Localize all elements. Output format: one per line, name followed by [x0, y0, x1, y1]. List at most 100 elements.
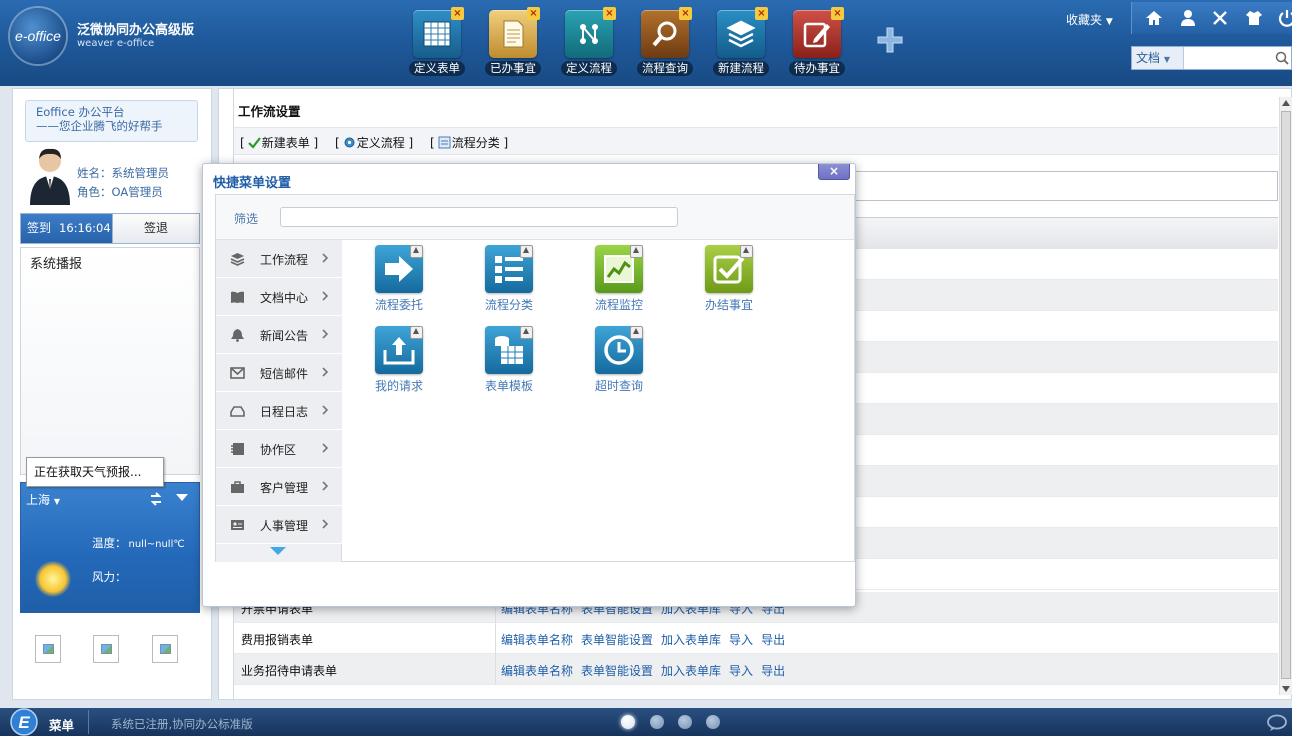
- edit-form-name-link[interactable]: 编辑表单名称: [501, 633, 573, 647]
- form-name: 业务招待申请表单: [241, 664, 338, 678]
- remove-shortcut-icon[interactable]: ×: [603, 7, 616, 20]
- category-item-schedule[interactable]: 日程日志: [216, 392, 342, 430]
- category-item-documents[interactable]: 文档中心: [216, 278, 342, 316]
- home-icon[interactable]: [1145, 9, 1163, 27]
- remove-shortcut-icon[interactable]: ×: [451, 7, 464, 20]
- define-flow-button[interactable]: [定义流程 ]: [335, 134, 413, 151]
- page-dot[interactable]: [650, 715, 664, 729]
- weather-city-select[interactable]: 上海 ▼: [26, 491, 60, 508]
- chevron-right-icon: [322, 443, 328, 453]
- chevron-down-icon[interactable]: [176, 494, 188, 502]
- book-icon: [231, 291, 244, 303]
- image-placeholder-icon: [35, 635, 61, 663]
- chat-icon[interactable]: [1266, 714, 1288, 732]
- scroll-thumb[interactable]: [1281, 111, 1291, 679]
- form-smart-settings-link[interactable]: 表单智能设置: [581, 633, 653, 647]
- tray-icon: [230, 406, 245, 417]
- pin-up-icon[interactable]: [520, 326, 533, 339]
- category-item-messages[interactable]: 短信邮件: [216, 354, 342, 392]
- page-dot[interactable]: [678, 715, 692, 729]
- weather-loading-tooltip: 正在获取天气预报...: [26, 457, 164, 487]
- favorites-menu[interactable]: 收藏夹 ▼: [1066, 11, 1113, 28]
- pin-up-icon[interactable]: [630, 245, 643, 258]
- pen-edit-icon: [803, 22, 830, 48]
- import-link[interactable]: 导入: [729, 633, 753, 647]
- image-placeholder-icon: [93, 635, 119, 663]
- shortcut-new-flow[interactable]: × 新建流程: [709, 7, 773, 76]
- shortcut-flow-query[interactable]: × 流程查询: [633, 7, 697, 76]
- app-timeout-query[interactable]: 超时查询: [574, 326, 664, 394]
- scroll-up-arrow[interactable]: [1282, 100, 1290, 106]
- category-item-hr[interactable]: 人事管理: [216, 506, 342, 544]
- shortcut-define-form[interactable]: × 定义表单: [405, 7, 469, 76]
- shortcut-define-flow[interactable]: × 定义流程: [557, 7, 621, 76]
- search-category-select[interactable]: 文档 ▼: [1132, 47, 1184, 69]
- start-menu-icon[interactable]: E: [8, 708, 40, 736]
- remove-shortcut-icon[interactable]: ×: [831, 7, 844, 20]
- app-form-templates[interactable]: 表单模板: [464, 326, 554, 394]
- shortcut-todo-items[interactable]: × 待办事宜: [785, 7, 849, 76]
- user-name: 姓名：系统管理员: [77, 166, 169, 180]
- add-to-library-link[interactable]: 加入表单库: [661, 633, 721, 647]
- shortcut-done-items[interactable]: × 已办事宜: [481, 7, 545, 76]
- export-link[interactable]: 导出: [761, 664, 785, 678]
- close-button[interactable]: ×: [818, 164, 850, 180]
- sign-in-button[interactable]: 签到 16:16:04: [21, 214, 112, 243]
- vertical-scrollbar[interactable]: [1279, 97, 1292, 695]
- header-tools: [1131, 2, 1292, 34]
- sign-out-button[interactable]: 签退: [112, 214, 199, 243]
- document-done-icon: [503, 20, 524, 48]
- pin-up-icon[interactable]: [520, 245, 533, 258]
- edit-form-name-link[interactable]: 编辑表单名称: [501, 664, 573, 678]
- page-dot[interactable]: [706, 715, 720, 729]
- remove-shortcut-icon[interactable]: ×: [527, 7, 540, 20]
- category-item-collaboration[interactable]: 协作区: [216, 430, 342, 468]
- svg-text:E: E: [18, 713, 30, 732]
- pin-up-icon[interactable]: [630, 326, 643, 339]
- app-my-requests[interactable]: 我的请求: [354, 326, 444, 394]
- pin-up-icon[interactable]: [410, 326, 423, 339]
- system-broadcast-panel: 系统播报: [20, 247, 200, 475]
- shirt-icon[interactable]: [1245, 9, 1263, 27]
- caret-down-icon: ▼: [53, 497, 60, 506]
- filter-input[interactable]: [280, 207, 678, 227]
- new-form-button[interactable]: [新建表单 ]: [240, 134, 318, 151]
- search-icon[interactable]: [1275, 51, 1289, 65]
- weather-temperature: 温度： null~null℃: [92, 536, 185, 550]
- add-to-library-link[interactable]: 加入表单库: [661, 664, 721, 678]
- user-role: 角色：OA管理员: [77, 185, 163, 199]
- app-flow-monitor[interactable]: 流程监控: [574, 245, 664, 313]
- layers-icon: [726, 20, 756, 48]
- import-link[interactable]: 导入: [729, 664, 753, 678]
- global-search: 文档 ▼: [1131, 46, 1292, 70]
- table-row: 业务招待申请表单 编辑表单名称 表单智能设置 加入表单库 导入 导出: [234, 654, 1278, 685]
- app-flow-category[interactable]: 流程分类: [464, 245, 554, 313]
- add-shortcut-icon[interactable]: [876, 26, 904, 54]
- app-done-items[interactable]: 办结事宜: [684, 245, 774, 313]
- bell-icon: [231, 329, 244, 342]
- row-actions: 编辑表单名称 表单智能设置 加入表单库 导入 导出: [501, 662, 793, 679]
- pin-up-icon[interactable]: [410, 245, 423, 258]
- tools-icon[interactable]: [1211, 9, 1229, 27]
- app-logo[interactable]: e-office: [10, 8, 66, 64]
- power-icon[interactable]: [1278, 9, 1292, 27]
- flow-category-button[interactable]: [流程分类 ]: [430, 134, 508, 151]
- refresh-icon[interactable]: [149, 491, 163, 507]
- divider: [88, 710, 89, 734]
- table-form-icon: [423, 21, 451, 47]
- app-flow-delegate[interactable]: 流程委托: [354, 245, 444, 313]
- menu-button[interactable]: 菜单: [49, 715, 74, 734]
- page-dot[interactable]: [621, 715, 635, 729]
- more-categories-arrow-icon[interactable]: [270, 547, 286, 555]
- scroll-down-arrow[interactable]: [1282, 686, 1290, 692]
- pin-up-icon[interactable]: [740, 245, 753, 258]
- category-item-workflow[interactable]: 工作流程: [216, 240, 342, 278]
- form-smart-settings-link[interactable]: 表单智能设置: [581, 664, 653, 678]
- search-input[interactable]: [1186, 48, 1276, 68]
- category-item-news[interactable]: 新闻公告: [216, 316, 342, 354]
- remove-shortcut-icon[interactable]: ×: [755, 7, 768, 20]
- export-link[interactable]: 导出: [761, 633, 785, 647]
- category-item-customers[interactable]: 客户管理: [216, 468, 342, 506]
- user-icon[interactable]: [1179, 9, 1197, 27]
- remove-shortcut-icon[interactable]: ×: [679, 7, 692, 20]
